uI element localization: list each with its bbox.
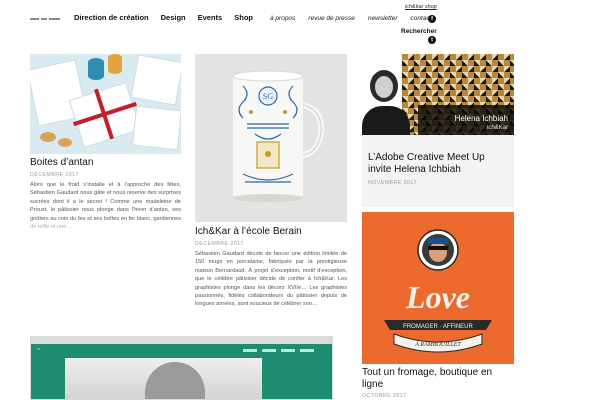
shop-link[interactable]: ich&kar shop	[405, 4, 437, 10]
nav-shop[interactable]: Shop	[234, 13, 253, 22]
post-image-tout-un-fromage[interactable]: Love FROMAGER · AFFINEUR À RAMBOUILLET	[362, 212, 514, 364]
love-letters: Love	[405, 279, 470, 315]
nav-revue-de-presse[interactable]: revue de presse	[308, 15, 355, 22]
post-excerpt: Sébastien Gaudard décide de lancer une é…	[195, 250, 347, 320]
svg-text:SG: SG	[263, 92, 273, 101]
image-caption-name: Helena Ichbiah	[454, 114, 508, 123]
cheese-illustration: Love FROMAGER · AFFINEUR À RAMBOUILLET	[362, 212, 514, 364]
post-date: Octobre 2017	[362, 393, 407, 399]
post-title[interactable]: Boites d’antan	[30, 157, 181, 169]
nav-newsletter[interactable]: newsletter	[368, 15, 398, 22]
site-logo[interactable]	[30, 16, 62, 22]
post-title[interactable]: Ich&Kar à l’école Berain	[195, 226, 347, 238]
nav-design[interactable]: Design	[161, 13, 186, 22]
image-caption-brand: Ich&Kar	[486, 125, 508, 131]
post-title[interactable]: L’Adobe Creative Meet Up invite Helena I…	[368, 152, 508, 176]
post-excerpt: Alors que le froid s’installe et à l’app…	[30, 181, 181, 233]
facebook-icon[interactable]: f	[428, 15, 436, 23]
fromager-banner: FROMAGER · AFFINEUR	[403, 324, 473, 330]
nav-a-propos[interactable]: à propos	[270, 15, 295, 22]
main-nav: Direction de création Design Events Shop	[74, 13, 253, 22]
post-image-helena-ichbiah[interactable]: Helena Ichbiah Ich&Kar	[362, 54, 514, 135]
rambouillet-ribbon: À RAMBOUILLET	[414, 340, 461, 348]
nav-events[interactable]: Events	[198, 13, 223, 22]
post-date: Décembre 2017	[195, 241, 244, 247]
search-button[interactable]: Rechercher	[401, 28, 437, 35]
twitter-icon[interactable]: t	[428, 36, 436, 44]
post-image-mug[interactable]: SG	[195, 54, 347, 222]
post-date: Décembre 2017	[30, 172, 79, 178]
post-date: Novembre 2017	[368, 180, 418, 186]
post-title[interactable]: Tout un fromage, boutique en ligne	[362, 367, 514, 391]
mug-illustration: SG	[195, 54, 347, 222]
secondary-nav: à propos revue de presse newsletter cont…	[270, 15, 432, 22]
post-image-boites-antan[interactable]	[30, 54, 181, 154]
nav-direction-creation[interactable]: Direction de création	[74, 13, 149, 22]
post-image-website-screenshot[interactable]: ~	[30, 336, 333, 400]
